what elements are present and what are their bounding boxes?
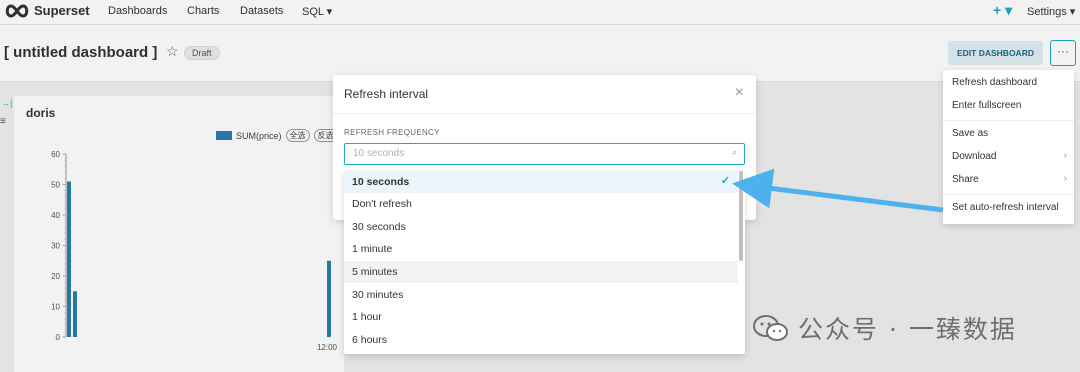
option-label: 30 minutes	[352, 289, 404, 301]
menu-download[interactable]: Download	[952, 151, 996, 162]
refresh-frequency-select[interactable]: 10 seconds ⌕	[344, 143, 745, 165]
option-label: 1 hour	[352, 311, 382, 323]
option-label: 5 minutes	[352, 266, 398, 278]
dropdown-scrollbar[interactable]	[739, 171, 743, 261]
chevron-right-icon: ›	[1063, 150, 1067, 161]
option-30-seconds[interactable]: 30 seconds	[344, 216, 738, 238]
menu-enter-fullscreen[interactable]: Enter fullscreen	[952, 100, 1021, 111]
refresh-options-dropdown: 10 seconds ✓ Don't refresh 30 seconds 1 …	[344, 171, 745, 354]
option-label: 10 seconds	[352, 176, 410, 188]
menu-divider	[943, 120, 1074, 121]
option-label: Don't refresh	[352, 198, 412, 210]
menu-refresh-dashboard[interactable]: Refresh dashboard	[952, 77, 1037, 88]
watermark-text: 公众号 · 一臻数据	[798, 315, 1017, 344]
checkmark-icon: ✓	[720, 175, 730, 187]
option-30-minutes[interactable]: 30 minutes	[344, 284, 738, 306]
menu-save-as[interactable]: Save as	[952, 128, 988, 139]
search-icon: ⌕	[731, 147, 737, 157]
chevron-right-icon: ›	[1063, 173, 1067, 184]
menu-divider	[943, 194, 1074, 195]
option-1-hour[interactable]: 1 hour	[344, 306, 738, 328]
modal-header: Refresh interval ×	[333, 75, 756, 114]
option-label: 6 hours	[352, 334, 388, 346]
modal-title: Refresh interval	[344, 87, 429, 101]
refresh-frequency-label: REFRESH FREQUENCY	[344, 128, 440, 137]
option-label: 1 minute	[352, 243, 393, 255]
select-placeholder: 10 seconds	[353, 148, 405, 159]
option-5-minutes[interactable]: 5 minutes	[344, 261, 738, 283]
option-6-hours[interactable]: 6 hours	[344, 329, 738, 351]
close-icon[interactable]: ×	[735, 84, 744, 102]
menu-set-auto-refresh[interactable]: Set auto-refresh interval	[952, 202, 1059, 213]
option-label: 30 seconds	[352, 221, 406, 233]
option-10-seconds[interactable]: 10 seconds ✓	[344, 171, 738, 193]
menu-share[interactable]: Share	[952, 174, 979, 185]
option-dont-refresh[interactable]: Don't refresh	[344, 193, 738, 215]
option-1-minute[interactable]: 1 minute	[344, 238, 738, 260]
wechat-icon	[753, 315, 788, 341]
dashboard-options-menu: Refresh dashboard Enter fullscreen Save …	[943, 70, 1074, 224]
watermark: 公众号 · 一臻数据	[752, 310, 1017, 346]
